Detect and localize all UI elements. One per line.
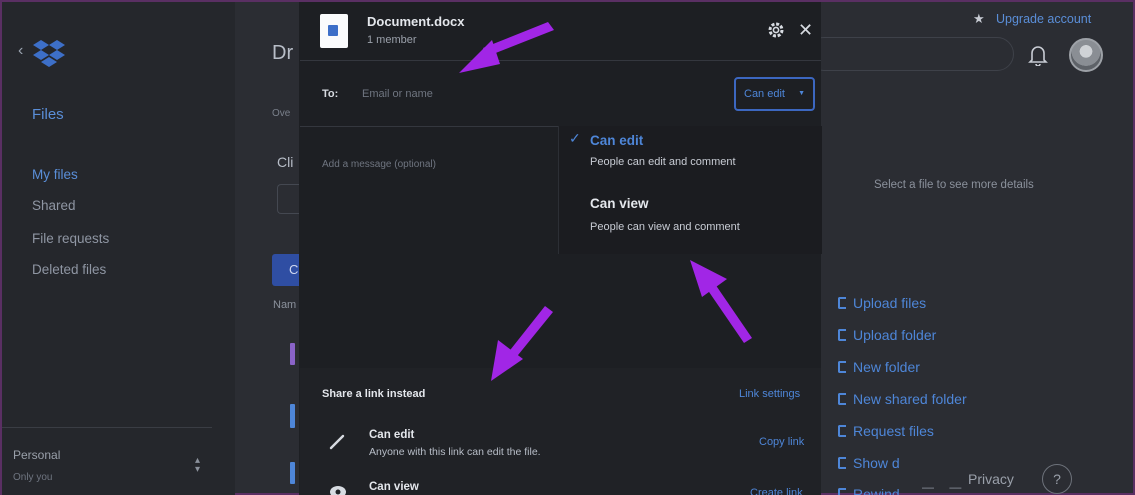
create-link-button[interactable]: Create link bbox=[750, 487, 803, 495]
menu-item-can-edit-desc: People can edit and comment bbox=[590, 156, 736, 168]
share-link-header: Share a link instead bbox=[322, 388, 426, 400]
request-icon bbox=[838, 425, 846, 437]
star-icon: ★ bbox=[973, 11, 985, 26]
action-label: Request files bbox=[853, 423, 934, 439]
header-divider bbox=[300, 60, 821, 61]
main-input-fragment[interactable] bbox=[277, 184, 301, 214]
sidebar-title[interactable]: Files bbox=[32, 106, 64, 123]
avatar[interactable] bbox=[1069, 38, 1103, 72]
account-sublabel: Only you bbox=[13, 472, 53, 483]
account-switcher-icon[interactable]: ▴ ▾ bbox=[195, 456, 200, 475]
create-button[interactable]: C bbox=[272, 254, 302, 286]
search-input[interactable] bbox=[807, 37, 1014, 71]
gear-icon[interactable] bbox=[766, 20, 786, 40]
file-thumbnail[interactable] bbox=[290, 343, 295, 365]
menu-item-can-view[interactable]: Can view bbox=[590, 196, 649, 211]
privacy-link[interactable]: Privacy bbox=[968, 471, 1014, 487]
sidebar-item-shared[interactable]: Shared bbox=[32, 198, 76, 213]
action-label: Upload folder bbox=[853, 327, 937, 343]
eye-icon bbox=[330, 486, 346, 495]
action-label: Upload files bbox=[853, 295, 927, 311]
email-or-name-input[interactable] bbox=[362, 82, 722, 106]
shared-folder-icon bbox=[838, 393, 846, 405]
back-chevron-icon[interactable]: ‹ bbox=[18, 42, 23, 60]
account-name[interactable]: Personal bbox=[13, 448, 60, 462]
word-document-icon bbox=[320, 14, 348, 48]
recipient-divider bbox=[300, 126, 558, 127]
close-icon[interactable]: ✕ bbox=[798, 20, 813, 41]
help-button[interactable]: ? bbox=[1042, 464, 1072, 494]
dropbox-logo-icon[interactable] bbox=[32, 39, 66, 67]
checkmark-icon: ✓ bbox=[569, 130, 581, 146]
chevron-down-icon: ▼ bbox=[798, 90, 805, 97]
sidebar-item-my-files[interactable]: My files bbox=[32, 167, 78, 182]
rewind-icon bbox=[838, 488, 846, 495]
upload-folder-icon bbox=[838, 329, 846, 341]
pencil-icon bbox=[329, 434, 345, 450]
edit-link-desc: Anyone with this link can edit the file. bbox=[369, 446, 541, 458]
edit-link-title: Can edit bbox=[369, 429, 415, 441]
upgrade-account-link[interactable]: Upgrade account bbox=[996, 12, 1091, 26]
page-title: Dr bbox=[272, 42, 294, 64]
new-folder-action[interactable]: New folder bbox=[838, 359, 920, 375]
file-name: Document.docx bbox=[367, 14, 465, 29]
action-label: Rewind bbox=[853, 486, 900, 495]
details-hint: Select a file to see more details bbox=[874, 179, 1034, 191]
rewind-action[interactable]: Rewind bbox=[838, 486, 900, 495]
copy-link-button[interactable]: Copy link bbox=[759, 436, 804, 448]
show-deleted-action[interactable]: Show d bbox=[838, 455, 900, 471]
footer-dashes: — — bbox=[922, 480, 968, 494]
sidebar-item-deleted-files[interactable]: Deleted files bbox=[32, 262, 106, 277]
link-settings-link[interactable]: Link settings bbox=[739, 388, 800, 400]
sidebar bbox=[2, 2, 235, 495]
upload-icon bbox=[838, 297, 846, 309]
main-heading-fragment: Cli bbox=[277, 154, 294, 170]
permission-dropdown[interactable]: Can edit ▼ bbox=[734, 77, 815, 111]
file-thumbnail[interactable] bbox=[290, 404, 295, 428]
show-deleted-icon bbox=[838, 457, 846, 469]
view-link-title: Can view bbox=[369, 481, 419, 493]
sidebar-divider bbox=[2, 427, 212, 428]
permission-value: Can edit bbox=[744, 88, 785, 100]
upload-folder-action[interactable]: Upload folder bbox=[838, 327, 936, 343]
new-shared-folder-action[interactable]: New shared folder bbox=[838, 391, 967, 407]
request-files-action[interactable]: Request files bbox=[838, 423, 934, 439]
sidebar-item-file-requests[interactable]: File requests bbox=[32, 231, 109, 246]
action-label: New shared folder bbox=[853, 391, 967, 407]
menu-item-can-view-desc: People can view and comment bbox=[590, 221, 740, 233]
to-label: To: bbox=[322, 88, 339, 100]
message-input[interactable] bbox=[322, 152, 550, 176]
file-thumbnail[interactable] bbox=[290, 462, 295, 484]
menu-item-can-edit[interactable]: Can edit bbox=[590, 133, 643, 148]
folder-icon bbox=[838, 361, 846, 373]
action-label: Show d bbox=[853, 455, 900, 471]
bell-icon[interactable] bbox=[1028, 44, 1048, 66]
upload-files-action[interactable]: Upload files bbox=[838, 295, 926, 311]
action-label: New folder bbox=[853, 359, 920, 375]
name-column-header[interactable]: Nam bbox=[273, 299, 296, 311]
overview-label: Ove bbox=[272, 108, 291, 119]
member-count: 1 member bbox=[367, 34, 417, 46]
